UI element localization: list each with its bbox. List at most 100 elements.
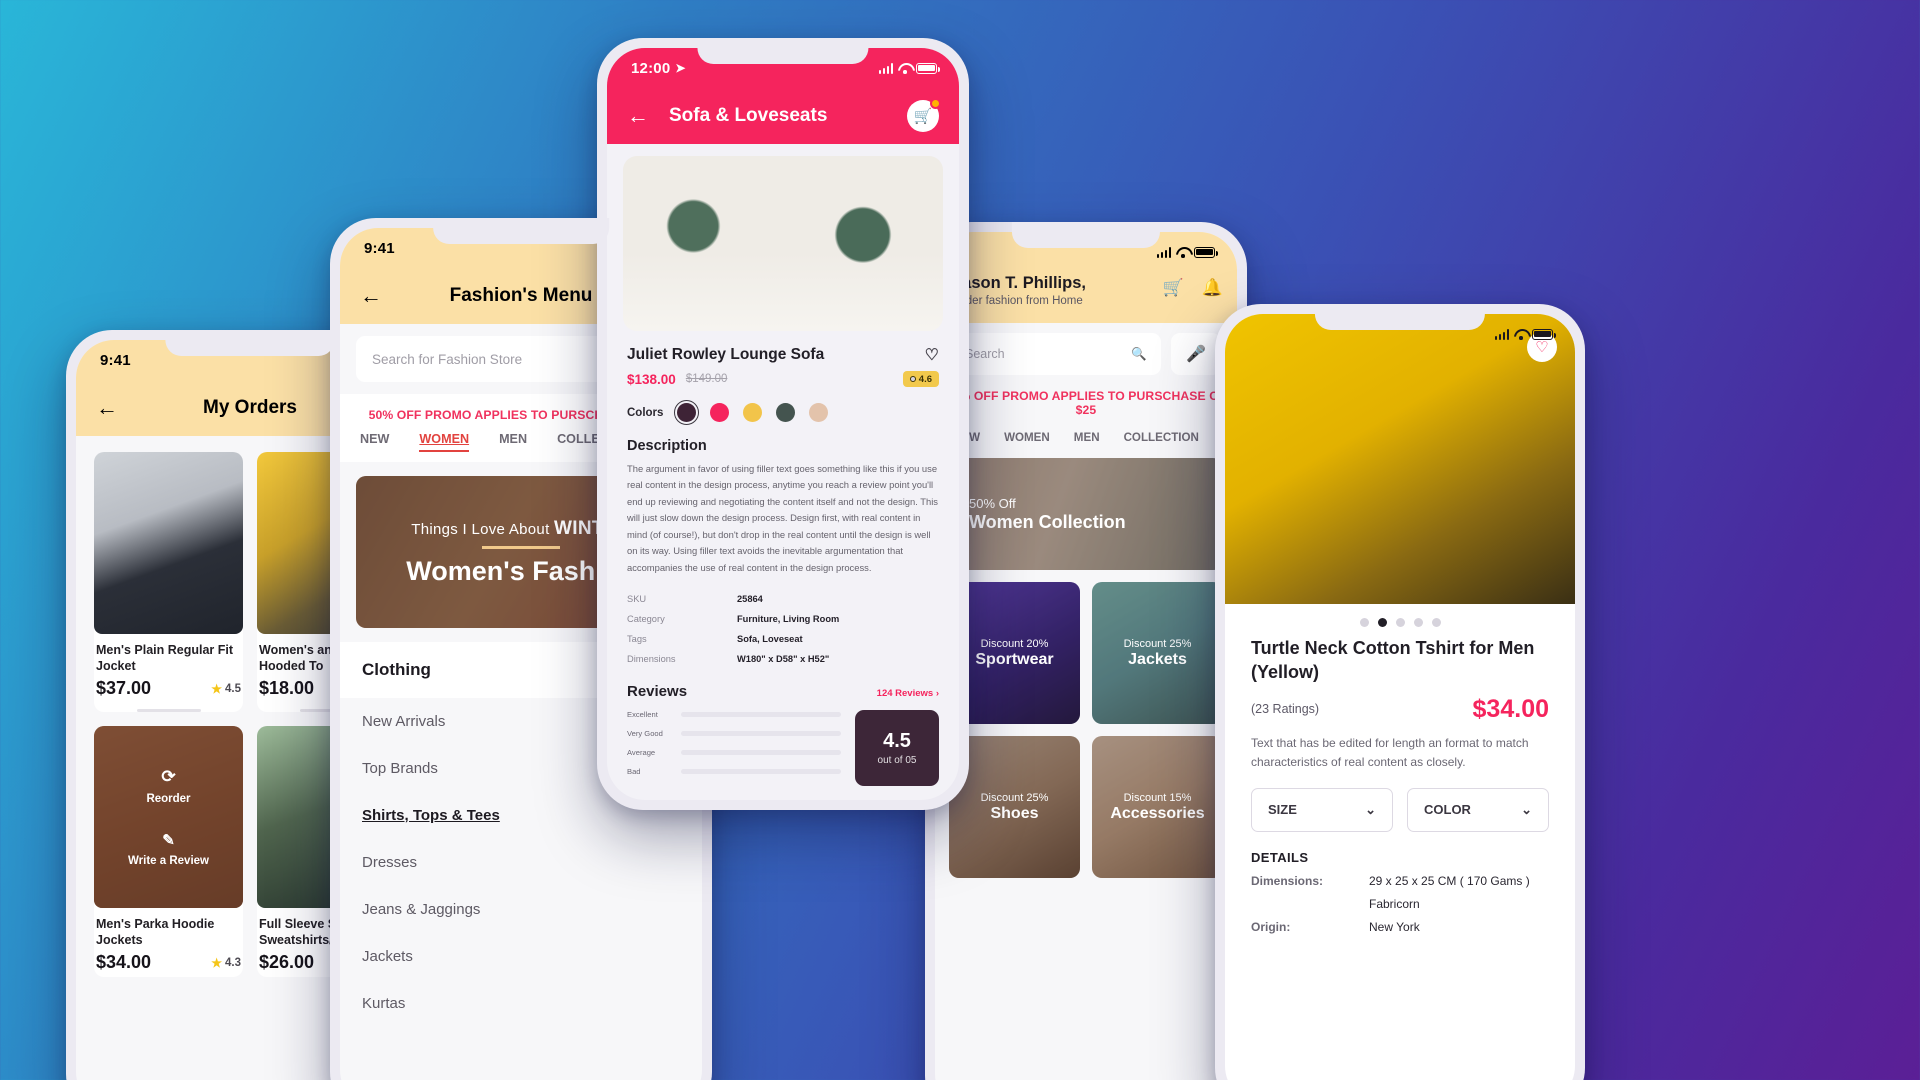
page-title: Sofa & Loveseats [669,105,828,126]
battery-icon [1194,246,1218,258]
phone-product-page: ♡ Turtle Neck Cotton Tshirt for Men (Yel… [1215,304,1585,1080]
collection-banner-women[interactable]: 50% Off Women Collection [949,458,1223,570]
product-rating: ★ 4.3 [211,956,241,970]
color-swatch-green[interactable] [776,403,796,422]
pencil-icon: ✎ [162,832,175,849]
carousel-dot[interactable] [1359,618,1369,627]
reviews-title: Reviews [627,683,688,701]
product-name: Men's Parka Hoodie Jockets [96,917,215,947]
product-price: $26.00 [259,952,315,972]
carousel-dot-active[interactable] [1377,618,1387,627]
order-card[interactable]: ⟳ Reorder ✎ Write a Review Men's Parka H… [94,726,243,977]
tab-new[interactable]: NEW [360,432,389,452]
carousel-dot[interactable] [1431,618,1441,627]
spec-value: W180" x D58" x H52" [737,654,830,665]
card-discount: Discount 20% [980,637,1049,650]
tab-women[interactable]: WOMEN [419,432,470,452]
color-swatch-pink[interactable] [710,403,730,422]
spec-value: Sofa, Loveseat [737,634,803,645]
menu-item-kurtas[interactable]: Kurtas [340,980,702,1027]
color-select[interactable]: COLOR ⌄ [1407,787,1549,832]
tab-collection[interactable]: COLLECTION [1124,431,1199,444]
rating-dot-icon [909,376,916,382]
carousel-dot[interactable] [1395,618,1405,627]
menu-item-jackets[interactable]: Jackets [340,933,702,980]
color-label: COLOR [1424,802,1471,818]
heart-icon[interactable]: ♡ [925,345,939,365]
collection-card-accessories[interactable]: Discount 15% Accessories [1092,736,1223,878]
collection-card-jackets[interactable]: Discount 25% Jackets [1092,582,1223,724]
color-swatch-yellow[interactable] [743,403,763,422]
detail-body: Juliet Rowley Lounge Sofa ♡ $138.00 $149… [607,345,959,787]
order-card[interactable]: Men's Plain Regular Fit Jocket $37.00 ★ … [94,452,243,712]
banner-overlay: 50% Off Women Collection [949,458,1223,570]
back-icon[interactable]: ← [627,105,649,127]
menu-item-jeans-jaggings[interactable]: Jeans & Jaggings [340,886,702,933]
status-time: 9:41 [100,351,131,369]
write-review-button[interactable]: ✎ Write a Review [128,831,209,867]
cart-icon[interactable]: 🛒 [1163,278,1184,298]
menu-item-dresses[interactable]: Dresses [340,839,702,886]
image-carousel-dots [1225,604,1575,633]
rating-bar-average: Average [627,748,841,757]
order-footer: $34.00 ★ 4.3 [94,950,243,977]
spec-key: Tags [627,634,647,645]
reviews-count-link[interactable]: 124 Reviews › [877,688,939,699]
product-options: SIZE ⌄ COLOR ⌄ [1225,772,1575,832]
status-icons [1494,328,1556,340]
overall-score-sub: out of 05 [877,755,917,767]
signal-icon [1156,246,1171,258]
product-price: $138.00 [627,371,676,387]
carousel-dot[interactable] [1413,618,1423,627]
app-bar: ← Sofa & Loveseats 🛒 [607,88,959,144]
tab-women[interactable]: WOMEN [1004,431,1050,444]
back-icon[interactable]: ← [96,397,118,419]
search-input[interactable]: Search 🔍 [951,333,1161,375]
search-icon[interactable]: 🔍 [1131,347,1147,362]
detail-row: Dimensions: 29 x 25 x 25 CM ( 170 Gams ) [1225,865,1575,888]
product-price-row: (23 Ratings) $34.00 [1225,685,1575,724]
chevron-down-icon: ⌄ [1365,801,1376,817]
cart-badge [930,98,941,109]
home-search-row: Search 🔍 🎤 [935,323,1237,375]
rating-bar-label: Bad [627,767,641,777]
rating-value: 4.3 [225,956,241,969]
color-swatch-beige[interactable] [809,403,829,422]
back-icon[interactable]: ← [360,285,382,307]
tab-men[interactable]: MEN [1074,431,1100,444]
phone-product-detail: 12:00 ➤ ← Sofa & Loveseats 🛒 Juliet Rowl [597,38,969,810]
promo-banner: 50% OFF PROMO APPLIES TO PURSCHASE OF $2… [945,389,1227,417]
colors-label: Colors [627,406,664,419]
wifi-icon [898,63,911,74]
search-placeholder: Search [965,347,1005,361]
divider [136,709,201,712]
spec-key: SKU [627,594,647,605]
detail-key [1251,897,1369,911]
chevron-right-icon: › [935,688,939,700]
size-select[interactable]: SIZE ⌄ [1251,787,1393,832]
cart-icon[interactable]: 🛒 [907,98,941,132]
rating-bar-label: Very Good [627,729,663,739]
tab-men[interactable]: MEN [499,432,527,452]
reorder-button[interactable]: ⟳ Reorder [146,767,190,805]
microphone-icon[interactable]: 🎤 [1171,333,1221,375]
product-price: $18.00 [259,678,315,698]
rating-bars: Excellent Very Good Average Bad [627,710,841,786]
banner-rule [482,545,560,549]
ratings-count: (23 Ratings) [1251,702,1320,716]
detail-value: 29 x 25 x 25 CM ( 170 Gams ) [1369,873,1530,888]
header-actions: 🛒 🔔 [1163,278,1223,298]
status-time: 9:41 [364,239,395,257]
notch [1011,222,1161,248]
reviews-count-text: 124 Reviews [876,688,934,700]
screen-product-detail: 12:00 ➤ ← Sofa & Loveseats 🛒 Juliet Rowl [607,48,959,800]
spec-row: SKU 25864 [627,589,939,609]
banner-line1-pre: Things I Love About [411,520,555,538]
product-title: Juliet Rowley Lounge Sofa [627,346,825,363]
status-icons [1156,246,1218,258]
bell-icon[interactable]: 🔔 [1202,278,1223,298]
color-swatch-plum[interactable] [673,399,700,426]
notch [697,38,869,64]
status-time: 12:00 ➤ [631,60,686,77]
rating-bar-label: Excellent [627,710,658,720]
